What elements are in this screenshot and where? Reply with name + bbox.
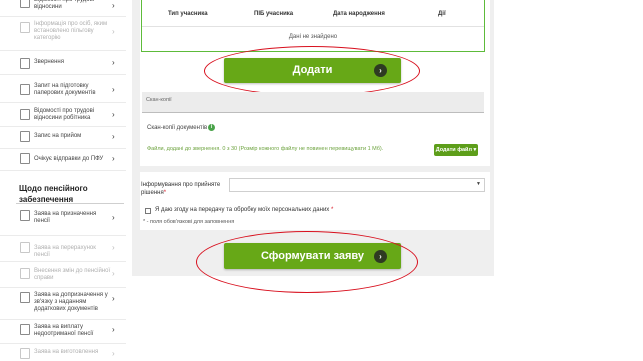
sidebar-item-label: Запис на прийом [34, 133, 82, 139]
document-icon [20, 109, 30, 120]
document-icon [20, 210, 30, 221]
document-icon [20, 348, 30, 359]
document-icon [20, 324, 30, 335]
sidebar-item-pension-file-changes[interactable]: Внесення змін до пенсійної справи › [0, 261, 126, 288]
mail-icon [20, 58, 30, 69]
chevron-right-icon: › [112, 154, 115, 163]
sidebar-item-unreceived-pension[interactable]: Заява на виплату недоотриманої пенсії › [0, 319, 126, 344]
column-header-birth-date: Дата народження [333, 11, 385, 17]
document-icon [20, 84, 30, 95]
document-icon [20, 268, 30, 279]
refresh-icon [20, 242, 30, 253]
document-icon [20, 0, 30, 8]
chevron-right-icon: › [112, 132, 115, 141]
sidebar-item-pending-sending[interactable]: Очікує відправки до ПФУ › [0, 148, 126, 171]
scans-box-label: Скан-копії [146, 97, 172, 103]
files-limit-info: Файли, додані до звернення. 0 з 30 (Розм… [147, 146, 384, 152]
sidebar-item-paper-docs-request[interactable]: Запит на підготовку паперових документів… [0, 74, 126, 103]
sidebar-item-pension-assignment[interactable]: Заява на призначення пенсії › [0, 205, 126, 236]
table-empty-message: Дані не знайдено [288, 34, 338, 40]
consent-text: Я даю згоду на передачу та обробку моїх … [155, 207, 330, 213]
chevron-right-icon: › [112, 1, 115, 10]
section-title: Щодо пенсійного забезпечення [19, 184, 88, 204]
sidebar-item-additional-documents[interactable]: Заява на допризначення у зв'язку з надан… [0, 287, 126, 320]
required-fields-note: * - поля обов'язкові для заповнення [143, 219, 235, 225]
sidebar-item-label: Внесення змін до пенсійної справи [34, 268, 111, 281]
chevron-right-icon: › [112, 294, 115, 303]
scans-documents-label: Скан-копії документів [147, 125, 208, 131]
chevron-right-icon: › [112, 110, 115, 119]
sidebar-item-label: Інформація про осіб, яким встановлено пі… [34, 21, 108, 41]
sidebar-item-pension-recalculation[interactable]: Заява на перерахунок пенсії › [0, 235, 126, 262]
sidebar-item-labor-relations[interactable]: Відомості про трудові відносини › [0, 0, 126, 17]
sidebar-item-label: Звернення [34, 59, 64, 65]
sidebar-item-preferential-category[interactable]: Інформація про осіб, яким встановлено пі… [0, 16, 126, 51]
column-header-participant-type: Тип учасника [168, 11, 208, 17]
info-icon[interactable]: i [208, 124, 215, 131]
add-file-button[interactable]: Додати файл ▾ [434, 144, 478, 156]
sidebar-item-label: Запит на підготовку паперових документів [34, 83, 96, 96]
required-mark: * [330, 207, 334, 213]
chevron-right-icon: › [112, 27, 115, 36]
column-header-actions: Дії [438, 11, 446, 17]
sidebar-item-label: Заява на перерахунок пенсії [34, 245, 96, 258]
decision-label-text: Інформування про прийняте рішення [141, 182, 221, 196]
consent-label[interactable]: Я даю згоду на передачу та обробку моїх … [155, 207, 333, 213]
chevron-right-icon: › [112, 243, 115, 252]
decision-select[interactable] [229, 178, 485, 192]
document-icon [20, 22, 30, 33]
chevron-right-icon: › [112, 58, 115, 67]
section-divider [16, 203, 124, 204]
sidebar-item-label: Заява на виготовлення [34, 349, 99, 355]
sidebar-item-label: Заява на допризначення у зв'язку з надан… [34, 292, 108, 312]
chevron-right-icon: › [112, 85, 115, 94]
document-icon [20, 153, 30, 164]
sidebar-item-production[interactable]: Заява на виготовлення › [0, 343, 126, 361]
consent-checkbox[interactable] [145, 208, 151, 214]
caret-down-icon: ▼ [476, 181, 481, 187]
sidebar-item-label: Заява на виплату недоотриманої пенсії [34, 324, 94, 337]
sidebar-item-appointment[interactable]: Запис на прийом › [0, 126, 126, 149]
chevron-right-icon: › [112, 269, 115, 278]
chevron-right-icon: › [112, 349, 115, 358]
sidebar-item-appeals[interactable]: Звернення › [0, 50, 126, 75]
sidebar-item-label: Очікує відправки до ПФУ [34, 156, 104, 162]
sidebar-item-label: Відомості про трудові відносини [34, 0, 95, 10]
sidebar-item-worker-labor-relations[interactable]: Відомості про трудові відносини робітник… [0, 102, 126, 127]
sidebar-item-label: Відомості про трудові відносини робітник… [34, 108, 95, 121]
annotation-oval [204, 46, 420, 96]
calendar-icon [20, 131, 30, 142]
annotation-oval [196, 231, 418, 293]
table-header-divider [142, 26, 484, 27]
chevron-right-icon: › [112, 213, 115, 222]
column-header-participant-name: ПІБ учасника [254, 11, 294, 17]
sidebar-item-label: Заява на призначення пенсії [34, 211, 97, 224]
decision-label: Інформування про прийняте рішення* [141, 181, 221, 197]
required-mark: * [163, 190, 167, 196]
chevron-right-icon: › [112, 325, 115, 334]
document-icon [20, 292, 30, 303]
sidebar: Відомості про трудові відносини › Інформ… [0, 0, 126, 361]
scans-section-box [142, 92, 484, 113]
